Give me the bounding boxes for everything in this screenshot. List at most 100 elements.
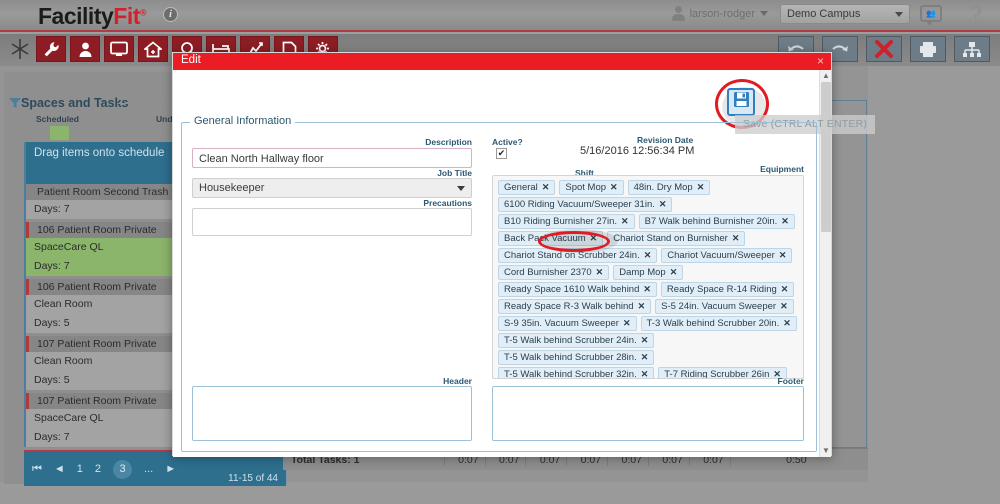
chevron-down-icon (760, 11, 768, 16)
home-icon[interactable] (138, 36, 168, 62)
tag-label: T-3 Walk behind Scrubber 20in. (647, 318, 780, 329)
remove-tag-icon[interactable]: ✕ (623, 318, 631, 329)
logo-fit-text: Fit (113, 3, 140, 29)
remove-tag-icon[interactable]: ✕ (732, 233, 740, 244)
pager-first-button[interactable]: ⏮ (32, 463, 42, 476)
equipment-tag-box[interactable]: General✕ Spot Mop ✕ 48in. Dry Mop✕ 6100 R… (492, 175, 804, 379)
remove-tag-icon[interactable]: ✕ (781, 216, 789, 227)
remove-tag-icon[interactable]: ✕ (781, 284, 789, 295)
footer-label: Footer (662, 376, 804, 386)
description-input[interactable]: Clean North Hallway floor (192, 148, 472, 168)
equipment-tag[interactable]: Ready Space R-14 Riding ✕ (661, 282, 794, 297)
revision-date-value: 5/16/2016 12:56:34 PM (580, 145, 694, 157)
equipment-tag[interactable]: 48in. Dry Mop✕ (628, 180, 711, 195)
remove-tag-icon[interactable]: ✕ (659, 199, 667, 210)
equipment-tag[interactable]: 6100 Riding Vacuum/Sweeper 31in.✕ (498, 197, 672, 212)
wrench-icon[interactable] (36, 36, 66, 62)
remove-tag-icon[interactable]: ✕ (783, 318, 791, 329)
tag-highlight-ellipse (538, 231, 610, 252)
campus-select-value: Demo Campus (787, 8, 860, 20)
equipment-tag[interactable]: Cord Burnisher 2370✕ (498, 265, 609, 280)
tag-label: S-9 35in. Vacuum Sweeper (504, 318, 619, 329)
pager-page-1[interactable]: 1 (77, 463, 83, 475)
equipment-tag[interactable]: General✕ (498, 180, 555, 195)
pager-prev-button[interactable]: ◄ (54, 463, 65, 475)
filter-icon[interactable] (8, 96, 22, 108)
dialog-title: Edit (181, 54, 201, 66)
print-icon[interactable] (910, 36, 946, 62)
remove-tag-icon[interactable]: ✕ (542, 182, 550, 193)
scrollbar-thumb[interactable] (821, 82, 831, 232)
legend-swatch-scheduled (50, 126, 69, 140)
equipment-tag[interactable]: T-5 Walk behind Scrubber 32in.✕ (498, 367, 654, 379)
equipment-tag[interactable]: Ready Space R-3 Walk behind✕ (498, 299, 651, 314)
remove-tag-icon[interactable]: ✕ (779, 250, 787, 261)
equipment-tag-list: General✕ Spot Mop ✕ 48in. Dry Mop✕ 6100 R… (496, 179, 800, 379)
campus-select[interactable]: Demo Campus (780, 4, 910, 24)
remove-tag-icon[interactable]: ✕ (697, 182, 705, 193)
remove-tag-icon[interactable]: ✕ (641, 369, 649, 379)
info-icon[interactable]: i (163, 7, 178, 22)
chat-bubble-icon[interactable]: 👥 (920, 5, 942, 22)
equipment-tag[interactable]: Damp Mop ✕ (613, 265, 683, 280)
equipment-tag[interactable]: B10 Riding Burnisher 27in. ✕ (498, 214, 635, 229)
tag-label: Damp Mop (619, 267, 665, 278)
remove-tag-icon[interactable]: ✕ (610, 182, 618, 193)
pager-next-button[interactable]: ► (165, 463, 176, 475)
equipment-tag[interactable]: T-5 Walk behind Scrubber 28in.✕ (498, 350, 654, 365)
remove-tag-icon[interactable]: ✕ (641, 335, 649, 346)
pager-page-3-active[interactable]: 3 (113, 460, 132, 479)
task-room-name: 106 Patient Room Private (37, 281, 157, 293)
panel-border-left (17, 102, 18, 484)
task-room-name: 106 Patient Room Private (37, 224, 157, 236)
delete-x-icon[interactable] (866, 36, 902, 62)
tag-label: S-5 24in. Vacuum Sweeper (661, 301, 776, 312)
remove-tag-icon[interactable]: ✕ (780, 301, 788, 312)
pager-ellipsis: ... (144, 463, 153, 475)
footer-textarea[interactable] (492, 386, 804, 441)
remove-tag-icon[interactable]: ✕ (621, 216, 629, 227)
equipment-tag[interactable]: S-5 24in. Vacuum Sweeper ✕ (655, 299, 794, 314)
equipment-tag[interactable]: T-3 Walk behind Scrubber 20in.✕ (641, 316, 797, 331)
tag-label: B10 Riding Burnisher 27in. (504, 216, 617, 227)
remove-tag-icon[interactable]: ✕ (643, 284, 651, 295)
job-title-select[interactable]: Housekeeper (192, 178, 472, 198)
logo-trademark: ® (140, 7, 146, 17)
equipment-tag[interactable]: S-9 35in. Vacuum Sweeper ✕ (498, 316, 637, 331)
general-information-fieldset: General Information Description Clean No… (181, 122, 817, 452)
chevron-down-icon (457, 186, 465, 191)
tag-label: Ready Space R-14 Riding (667, 284, 777, 295)
active-checkbox[interactable]: ✔ (496, 148, 507, 159)
equipment-tag[interactable]: B7 Walk behind Burnisher 20in.✕ (639, 214, 795, 229)
precautions-input[interactable] (192, 208, 472, 236)
equipment-tag-spot-mop[interactable]: Spot Mop ✕ (559, 180, 623, 195)
remove-tag-icon[interactable]: ✕ (670, 267, 678, 278)
close-icon[interactable]: × (817, 54, 824, 69)
org-chart-icon[interactable] (954, 36, 990, 62)
equipment-tag[interactable]: T-5 Walk behind Scrubber 24in.✕ (498, 333, 654, 348)
user-menu[interactable]: larson-rodger (671, 6, 768, 21)
person-icon[interactable] (70, 36, 100, 62)
fieldset-legend: General Information (190, 115, 295, 127)
scroll-up-icon[interactable]: ▲ (820, 70, 832, 82)
sparkle-icon[interactable] (8, 36, 32, 62)
save-disk-icon (733, 91, 750, 113)
monitor-icon[interactable] (104, 36, 134, 62)
header-textarea[interactable] (192, 386, 472, 441)
equipment-tag[interactable]: Chariot Stand on Burnisher✕ (607, 231, 745, 246)
tag-label: Spot Mop (565, 182, 606, 193)
equipment-label: Equipment (662, 164, 804, 174)
help-icon[interactable]: ? (970, 0, 982, 31)
equipment-tag[interactable]: Ready Space 1610 Walk behind✕ (498, 282, 657, 297)
remove-tag-icon[interactable]: ✕ (638, 301, 646, 312)
remove-tag-icon[interactable]: ✕ (644, 250, 652, 261)
remove-tag-icon[interactable]: ✕ (641, 352, 649, 363)
remove-tag-icon[interactable]: ✕ (596, 267, 604, 278)
equipment-tag[interactable]: Chariot Vacuum/Sweeper✕ (661, 248, 792, 263)
logo-facility-text: Facility (38, 3, 113, 29)
save-button[interactable] (727, 88, 755, 116)
scroll-down-icon[interactable]: ▼ (820, 445, 832, 457)
pager-page-2[interactable]: 2 (95, 463, 101, 475)
legend-label-scheduled: Scheduled (36, 114, 79, 124)
brand-bar: FacilityFit® i larson-rodger Demo Campus… (0, 0, 1000, 32)
